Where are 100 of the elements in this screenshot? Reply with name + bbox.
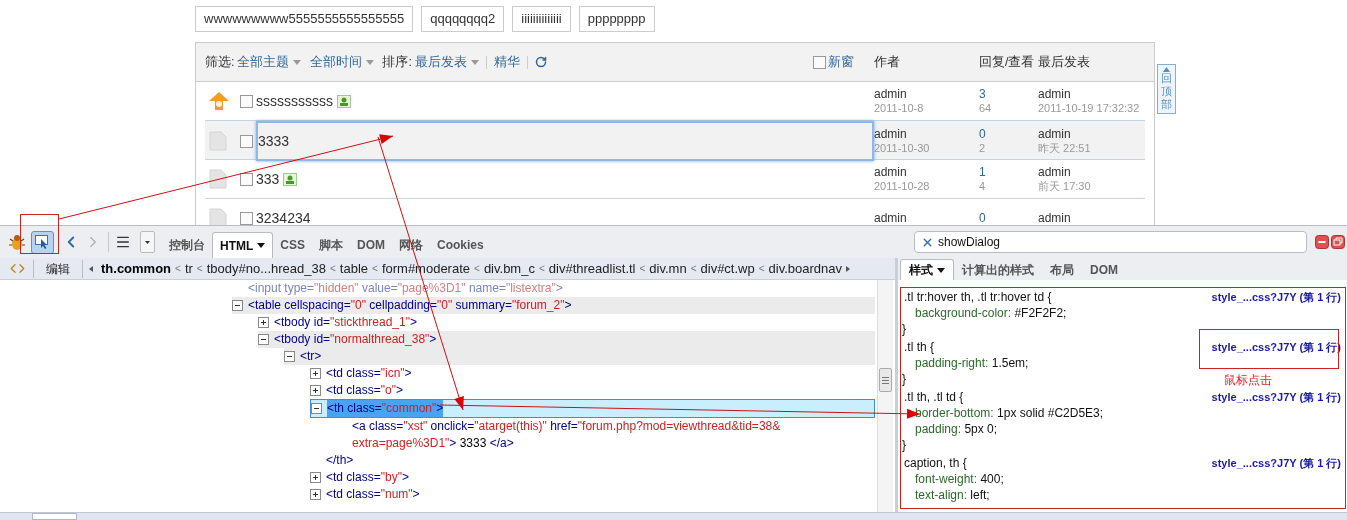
author-name[interactable]: admin: [874, 211, 979, 225]
css-declaration[interactable]: font-weight: 400;: [915, 471, 1004, 487]
tag-button[interactable]: iiiiiiiiiiiiii: [512, 6, 571, 32]
last-poster[interactable]: admin: [1038, 127, 1143, 141]
css-source-link[interactable]: style_...css?J7Y (第 1 行): [1211, 388, 1341, 406]
css-selector[interactable]: .tl th, .tl td {: [904, 388, 964, 406]
dropdown-button[interactable]: [140, 231, 155, 253]
digest-link[interactable]: 精华: [493, 52, 520, 72]
css-declaration[interactable]: padding: 5px 0;: [915, 421, 998, 437]
css-declaration[interactable]: border-bottom: 1px solid #C2D5E3;: [915, 405, 1104, 421]
css-source-link[interactable]: style_...css?J7Y (第 1 行): [1211, 454, 1341, 472]
collapse-icon[interactable]: [232, 300, 243, 311]
expand-icon[interactable]: [310, 385, 321, 396]
breadcrumb-separator: <: [372, 262, 378, 276]
css-selector[interactable]: .tl tr:hover th, .tl tr:hover td {: [904, 288, 1052, 306]
filter-dropdown[interactable]: 全部主题: [237, 52, 302, 72]
html-code-line[interactable]: <tbody id="stickthread_1">: [274, 314, 417, 331]
view-count: 64: [979, 101, 993, 115]
sort-dropdown[interactable]: 最后发表: [414, 52, 479, 72]
css-selector[interactable]: .tl th {: [904, 338, 935, 356]
panel-tab[interactable]: 控制台: [162, 232, 212, 258]
expand-icon[interactable]: [310, 368, 321, 379]
author-name[interactable]: admin: [874, 165, 979, 179]
restore-icon[interactable]: [1331, 235, 1345, 249]
panel-tab[interactable]: DOM: [350, 232, 392, 258]
collapse-icon[interactable]: [284, 351, 295, 362]
breadcrumb-separator: <: [758, 262, 765, 276]
checkbox[interactable]: [813, 55, 826, 69]
breadcrumb-item[interactable]: th.common: [101, 258, 172, 279]
panel-tab[interactable]: 脚本: [312, 232, 350, 258]
filter-label: 筛选:: [205, 53, 235, 71]
side-panel-tab[interactable]: DOM: [1082, 259, 1126, 280]
css-declaration[interactable]: text-align: left;: [915, 487, 990, 503]
expand-icon[interactable]: [258, 317, 269, 328]
panel-tab[interactable]: Cookies: [430, 232, 491, 258]
css-declaration[interactable]: padding-right: 1.5em;: [915, 355, 1029, 371]
search-field[interactable]: showDialog: [914, 231, 1307, 253]
author-name[interactable]: admin: [874, 87, 979, 101]
expand-icon[interactable]: [310, 489, 321, 500]
side-panel-tab[interactable]: 计算出的样式: [954, 259, 1042, 280]
side-panel-tab[interactable]: 布局: [1042, 259, 1082, 280]
panel-tab[interactable]: CSS: [273, 232, 312, 258]
panel-tab[interactable]: 网络: [392, 232, 430, 258]
css-selector[interactable]: caption, th {: [904, 454, 967, 472]
checkbox[interactable]: [240, 134, 253, 148]
collapse-icon[interactable]: [311, 403, 322, 414]
tag-button[interactable]: wwwwwwwww5555555555555555: [195, 6, 414, 32]
scrollbar[interactable]: [877, 280, 893, 512]
tag-button[interactable]: qqqqqqqq2: [421, 6, 505, 32]
author-name[interactable]: admin: [874, 127, 979, 141]
html-code-line[interactable]: <td class="num">: [326, 486, 420, 503]
breadcrumb-item[interactable]: div#threadlist.tl: [548, 258, 636, 279]
breadcrumb-item[interactable]: div.mn: [649, 258, 687, 279]
tag-button[interactable]: pppppppp: [578, 6, 655, 32]
breadcrumb-item[interactable]: div#ct.wp: [700, 258, 755, 279]
last-poster[interactable]: admin: [1038, 87, 1143, 101]
breadcrumb-item[interactable]: form#moderate: [381, 258, 471, 279]
caret-icon: [145, 240, 150, 244]
checkbox[interactable]: [240, 172, 253, 186]
breadcrumb-item[interactable]: div.bm_c: [483, 258, 535, 279]
refresh-icon[interactable]: [534, 56, 547, 68]
html-code-line[interactable]: <a class="xst" onclick="atarget(this)" href="forum.php?mod=viewthread&tid=38& extra=page%3D1"> 3333 </a>: [352, 418, 781, 452]
checkbox[interactable]: [240, 94, 253, 108]
filter-dropdown[interactable]: 全部时间: [310, 52, 375, 72]
thread-row[interactable]: 3333 admin 2011-10-30 0 2 admin 昨天 22:51: [205, 121, 1145, 160]
checkbox[interactable]: [240, 211, 253, 225]
html-code-line[interactable]: <td class="o">: [326, 382, 403, 399]
scroll-right-icon[interactable]: [846, 265, 851, 272]
new-window-label[interactable]: 新窗: [828, 52, 854, 72]
side-panel-tab[interactable]: 样式: [900, 259, 954, 280]
breadcrumb-item[interactable]: div.boardnav: [768, 258, 843, 279]
edit-button[interactable]: 编辑: [34, 259, 82, 278]
expand-icon[interactable]: [310, 472, 321, 483]
minimize-icon[interactable]: [1315, 235, 1329, 249]
html-code-line[interactable]: <td class="by">: [326, 469, 409, 486]
panel-tab[interactable]: HTML: [212, 232, 274, 258]
html-code-line[interactable]: </th>: [326, 452, 354, 469]
breadcrumb-item[interactable]: tr: [184, 258, 193, 279]
thread-title[interactable]: sssssssssss: [256, 90, 333, 112]
column-header: 作者: [874, 53, 901, 71]
last-poster[interactable]: admin: [1038, 211, 1143, 225]
menu-icon[interactable]: [115, 234, 131, 250]
html-code-line[interactable]: <td class="icn">: [326, 365, 412, 382]
inspect-button[interactable]: [31, 230, 54, 254]
code-icon[interactable]: [10, 261, 25, 276]
breadcrumb-item[interactable]: table: [339, 258, 369, 279]
reply-count: 0: [979, 211, 987, 225]
sort-label: 排序:: [382, 53, 412, 71]
css-declaration[interactable]: background-color: #F2F2F2;: [915, 305, 1067, 321]
breadcrumb-item[interactable]: tbody#no...hread_38: [206, 258, 326, 279]
bug-icon[interactable]: [8, 233, 26, 251]
last-poster[interactable]: admin: [1038, 165, 1143, 179]
thread-title[interactable]: 3333: [256, 121, 874, 161]
thread-title[interactable]: 333: [256, 168, 280, 190]
last-post-time: 2011-10-19 17:32:32: [1038, 101, 1141, 115]
scroll-left-icon[interactable]: [89, 265, 93, 272]
css-source-link[interactable]: style_...css?J7Y (第 1 行): [1211, 288, 1341, 306]
thread-title[interactable]: 3234234: [256, 207, 311, 225]
collapse-icon[interactable]: [258, 334, 269, 345]
html-code-line[interactable]: <tr>: [300, 348, 322, 365]
